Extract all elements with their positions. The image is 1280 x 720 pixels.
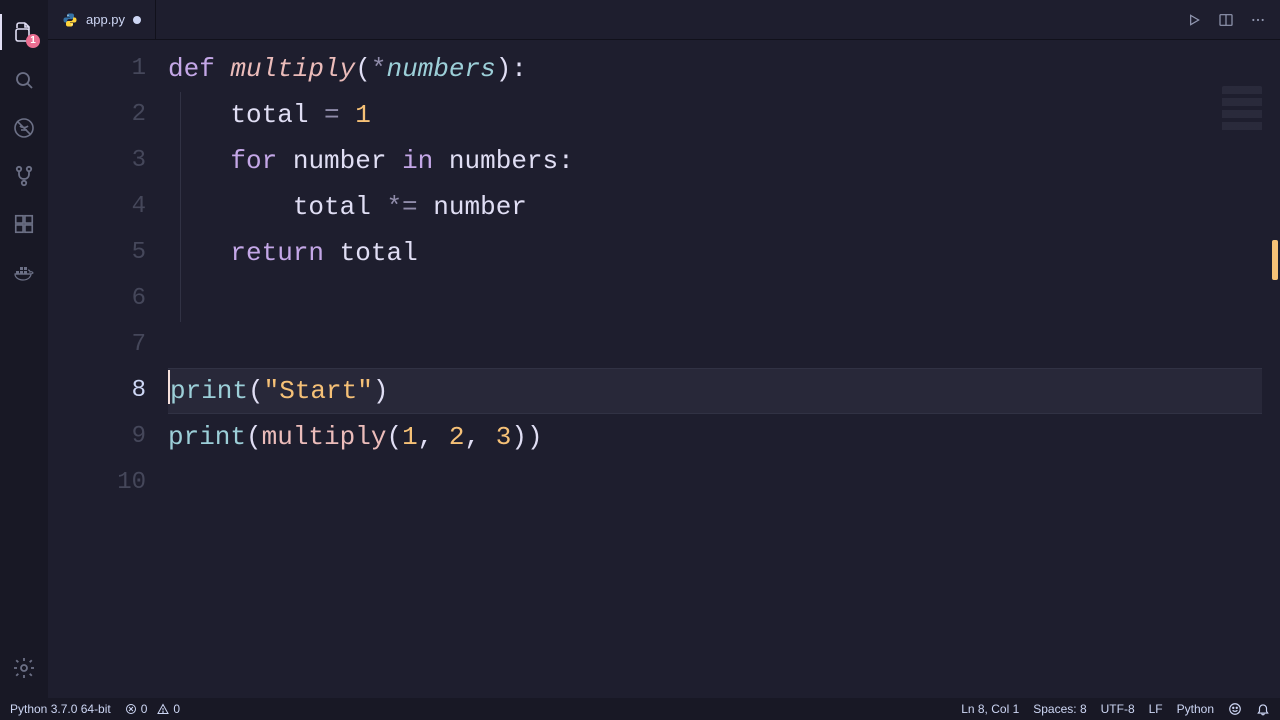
explorer-icon[interactable]: 1 [0,8,48,56]
status-cursor-position[interactable]: Ln 8, Col 1 [961,702,1019,716]
settings-gear-icon[interactable] [0,644,48,692]
code-line [168,322,1262,368]
activity-bar: 1 [0,0,48,698]
line-number: 10 [48,460,168,506]
run-icon[interactable] [1186,12,1202,28]
search-icon[interactable] [0,56,48,104]
line-number-gutter: 1 2 3 4 5 6 7 8 9 10 [48,40,168,698]
status-encoding[interactable]: UTF-8 [1101,702,1135,716]
extensions-icon[interactable] [0,200,48,248]
notifications-bell-icon[interactable] [1256,702,1270,716]
explorer-badge: 1 [26,34,40,48]
minimap[interactable] [1222,86,1262,148]
line-number: 5 [48,230,168,276]
line-number: 9 [48,414,168,460]
line-number: 4 [48,184,168,230]
tab-bar: app.py [48,0,1280,40]
code-line: print("Start") [168,368,1262,414]
code-editor[interactable]: 1 2 3 4 5 6 7 8 9 10 def multiply(*numbe… [48,40,1280,698]
source-control-icon[interactable] [0,152,48,200]
feedback-smiley-icon[interactable] [1228,702,1242,716]
error-icon [125,703,137,715]
code-line: def multiply(*numbers): [168,46,1262,92]
tab-filename: app.py [86,12,125,27]
code-line [168,276,1262,322]
line-number: 2 [48,92,168,138]
more-actions-icon[interactable] [1250,12,1266,28]
overview-ruler[interactable] [1264,40,1278,698]
code-line: total *= number [168,184,1262,230]
debug-disabled-icon[interactable] [0,104,48,152]
tab-dirty-dot-icon [133,16,141,24]
code-area[interactable]: def multiply(*numbers): total = 1 for nu… [168,40,1262,698]
indent-guide [180,92,181,322]
warning-icon [157,703,169,715]
code-line: total = 1 [168,92,1262,138]
code-line: for number in numbers: [168,138,1262,184]
code-line: return total [168,230,1262,276]
status-eol[interactable]: LF [1149,702,1163,716]
line-number: 8 [48,368,168,414]
status-interpreter[interactable]: Python 3.7.0 64-bit [10,702,111,716]
line-number: 7 [48,322,168,368]
tab-actions [1172,0,1280,39]
line-number: 1 [48,46,168,92]
status-indentation[interactable]: Spaces: 8 [1033,702,1086,716]
docker-icon[interactable] [0,248,48,296]
status-language[interactable]: Python [1177,702,1214,716]
split-editor-icon[interactable] [1218,12,1234,28]
line-number: 3 [48,138,168,184]
line-number: 6 [48,276,168,322]
tab-app-py[interactable]: app.py [48,0,156,39]
code-line [168,460,1262,506]
overview-ruler-mark [1272,240,1278,280]
status-bar: Python 3.7.0 64-bit 0 0 Ln 8, Col 1 Spac… [0,698,1280,720]
status-problems[interactable]: 0 0 [125,702,180,716]
code-line: print(multiply(1, 2, 3)) [168,414,1262,460]
python-file-icon [62,12,78,28]
